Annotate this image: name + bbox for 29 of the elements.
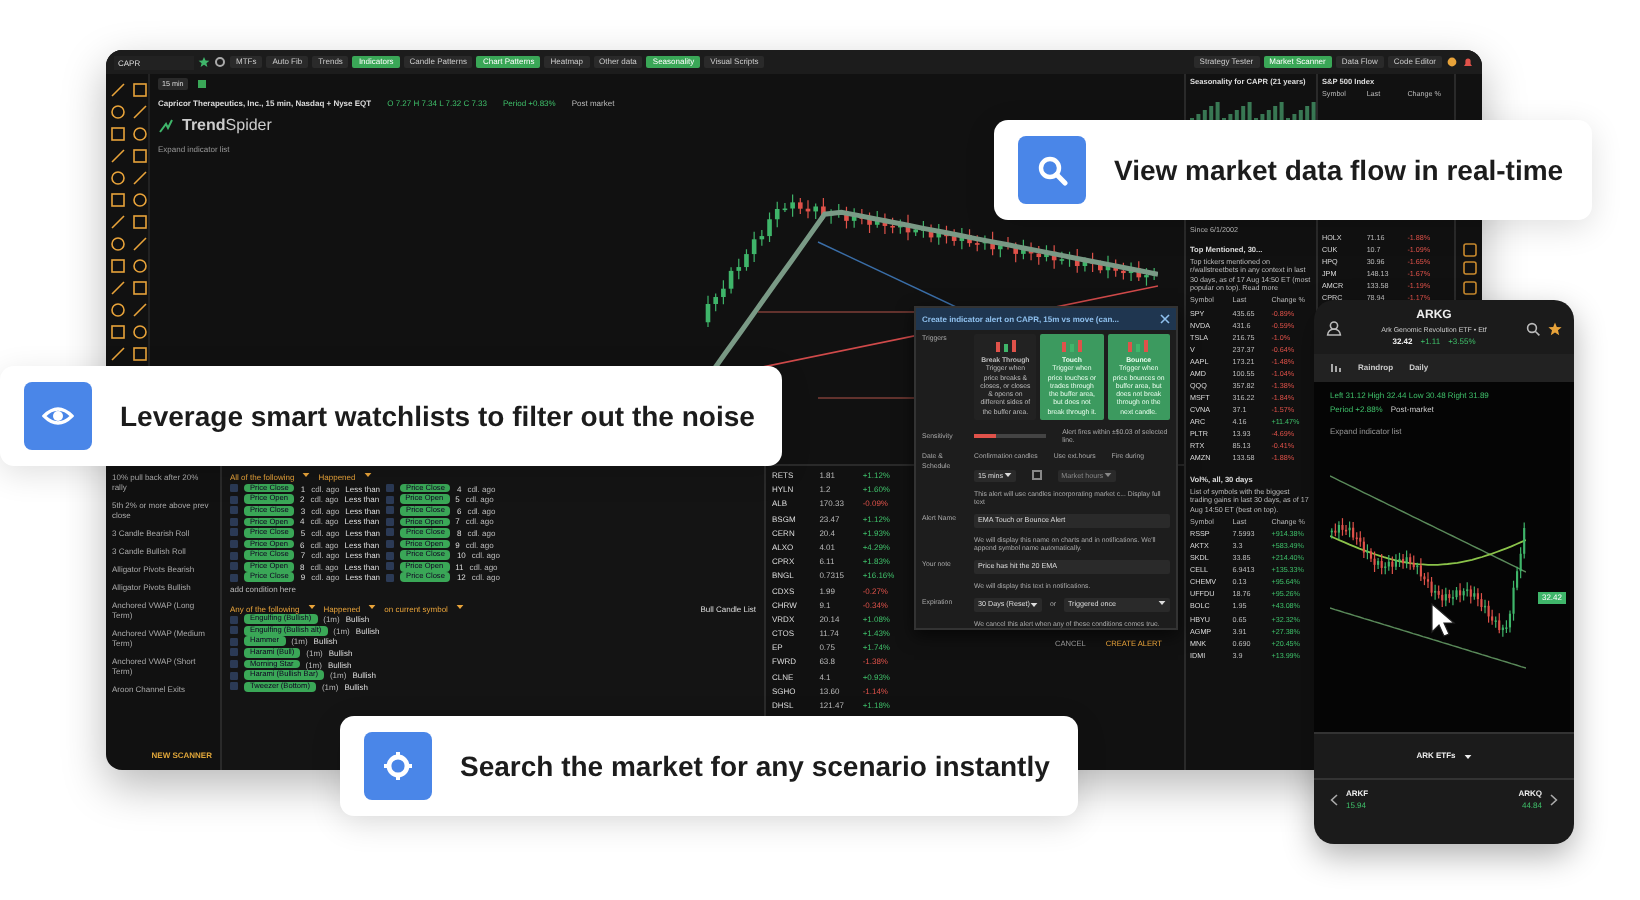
user-icon[interactable] — [1326, 320, 1342, 337]
logo-mark-icon — [158, 118, 174, 135]
chart-style-icon[interactable] — [1330, 362, 1342, 375]
bell-icon[interactable] — [1462, 56, 1474, 68]
caret-icon — [1103, 472, 1112, 479]
caret-icon — [1029, 601, 1038, 608]
callout-text: Leverage smart watchlists to filter out the noise — [120, 397, 755, 436]
search-icon — [1036, 154, 1068, 186]
caret-icon — [455, 603, 464, 610]
caret-icon — [307, 603, 316, 610]
caret-icon — [368, 603, 377, 610]
chevron-left-icon[interactable] — [1330, 794, 1338, 806]
caret-icon — [1003, 472, 1012, 479]
close-icon[interactable] — [1160, 314, 1170, 324]
chart-type-icon[interactable] — [195, 78, 208, 91]
callout-text: Search the market for any scenario instantly — [460, 747, 1050, 786]
caret-icon — [1463, 753, 1472, 759]
star-icon[interactable] — [198, 56, 210, 68]
caret-icon — [302, 472, 311, 478]
callout-text: View market data flow in real-time — [1114, 151, 1564, 189]
ext-hours-checkbox[interactable] — [1031, 470, 1042, 481]
caret-icon — [363, 472, 372, 478]
caret-icon — [1158, 600, 1166, 607]
app-logo: TrendSpider — [182, 116, 272, 137]
star-icon[interactable] — [1548, 321, 1562, 336]
mouse-pointer-icon — [1430, 602, 1458, 639]
search-icon[interactable] — [1526, 321, 1540, 336]
chevron-right-icon[interactable] — [1550, 794, 1558, 806]
target-icon — [382, 750, 414, 782]
